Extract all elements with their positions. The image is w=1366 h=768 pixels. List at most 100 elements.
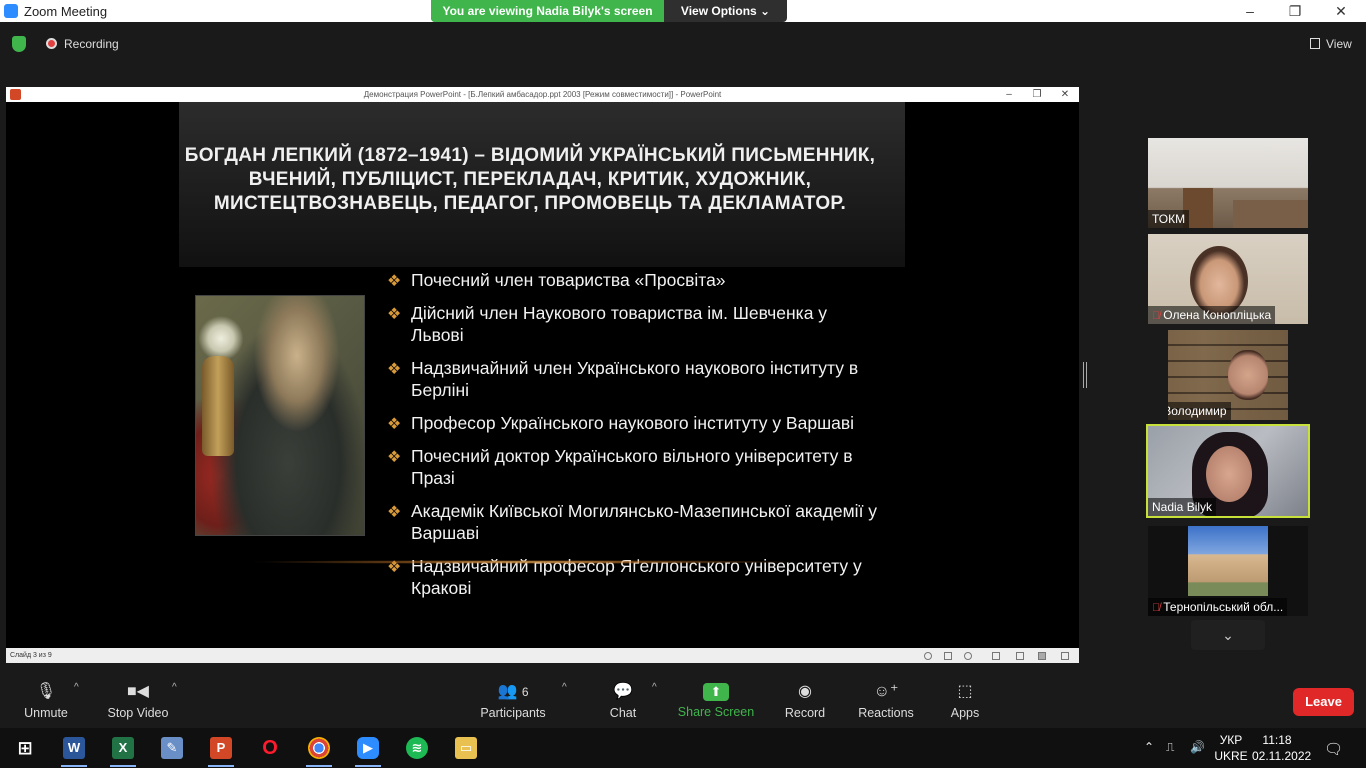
bullet-item: ❖ Надзвичайний член Українського науковог… <box>387 358 859 400</box>
taskbar-paint[interactable]: ✎ <box>157 734 187 762</box>
network-icon[interactable]: ⎍ <box>1166 740 1174 755</box>
bullet-item: ❖ Дійсний член Наукового товариства ім. Ш… <box>387 303 828 345</box>
chat-bubble-icon: 💬 <box>613 683 633 700</box>
reading-view-icon <box>1038 652 1046 660</box>
spotify-icon: ≋ <box>406 737 428 759</box>
video-tile-olena[interactable]: 🎙̸ Олена Коноплiцька <box>1148 234 1308 324</box>
maximize-button[interactable]: ❐ <box>1272 0 1318 22</box>
language-indicator[interactable]: УКР UKRE <box>1214 732 1248 764</box>
reactions-button[interactable]: ☺⁺ Reactions <box>855 670 917 728</box>
audio-options-caret[interactable]: ^ <box>74 682 79 693</box>
taskbar-clock[interactable]: 11:18 02.11.2022 <box>1252 732 1311 764</box>
portrait-painting <box>195 295 365 536</box>
view-button[interactable]: View <box>1326 37 1352 51</box>
apps-button[interactable]: ⬚ Apps <box>944 670 986 728</box>
leave-button[interactable]: Leave <box>1293 688 1354 716</box>
minimize-button[interactable]: – <box>1227 0 1273 22</box>
bullet-item: ❖ Почесний член товариства «Просвіта» <box>383 269 883 291</box>
decorative-glow-line <box>246 560 806 564</box>
record-button[interactable]: ◉ Record <box>780 670 830 728</box>
tray-chevron-up-icon[interactable]: ⌃ <box>1144 740 1154 754</box>
recording-indicator[interactable]: Recording <box>64 37 119 51</box>
taskbar-word[interactable]: W <box>59 734 89 767</box>
diamond-bullet-icon: ❖ <box>387 504 402 521</box>
taskbar-zoom[interactable]: ▶ <box>353 734 383 767</box>
unmute-button[interactable]: 🎙 Unmute <box>18 670 74 728</box>
bullet-item: ❖ Почесний доктор Українського вільного у… <box>387 446 853 488</box>
diamond-bullet-icon: ❖ <box>387 416 402 433</box>
video-options-caret[interactable]: ^ <box>172 682 177 693</box>
ppt-window-title: Демонстрация PowerPoint - [Б.Лепкий амба… <box>363 90 722 99</box>
share-arrow-icon: ⬆ <box>703 683 729 701</box>
participant-name: Nadia Bilyk <box>1148 498 1217 516</box>
sorter-view-icon <box>1016 652 1024 660</box>
slide-title: БОГДАН ЛЕПКИЙ (1872–1941) – ВІДОМИЙ УКРА… <box>184 145 876 214</box>
shield-icon[interactable] <box>12 36 26 52</box>
windows-taskbar: ⊞ W X ✎ P O ▶ ≋ ▭ ⌃ ⎍ 🔊 УКР UKRE 11:18 0… <box>0 728 1366 768</box>
diamond-bullet-icon: ❖ <box>387 273 402 290</box>
excel-icon: X <box>112 737 134 759</box>
diamond-bullet-icon: ❖ <box>387 306 402 323</box>
viewing-message: You are viewing Nadia Bilyk's screen <box>431 0 664 22</box>
ppt-close-icon: ✕ <box>1060 89 1070 100</box>
windows-logo-icon: ⊞ <box>17 738 33 758</box>
taskbar-powerpoint[interactable]: P <box>206 734 236 767</box>
chevron-down-icon: ⌄ <box>1222 627 1234 643</box>
video-tile-nadia-active-speaker[interactable]: Nadia Bilyk <box>1146 424 1310 518</box>
chat-options-caret[interactable]: ^ <box>652 682 657 693</box>
taskbar-excel[interactable]: X <box>108 734 138 767</box>
participant-name: 🎙̸Володимир <box>1168 402 1231 420</box>
smiley-plus-icon: ☺⁺ <box>873 683 899 700</box>
diamond-bullet-icon: ❖ <box>387 449 402 466</box>
video-tile-ternopil[interactable]: 🎙̸ Тернопільський обл... <box>1148 526 1308 616</box>
panel-splitter-handle[interactable] <box>1083 362 1087 388</box>
bullet-item: ❖ Академік Київської Могилянсько-Мазепинс… <box>387 501 878 543</box>
slide-bullets: ❖ Почесний член товариства «Просвіта» ❖ Ді… <box>383 269 883 610</box>
close-button[interactable]: ✕ <box>1318 0 1364 22</box>
slide: БОГДАН ЛЕПКИЙ (1872–1941) – ВІДОМИЙ УКРА… <box>6 102 1079 648</box>
participant-name: ТОКМ <box>1148 210 1190 228</box>
slideshow-view-icon <box>1061 652 1069 660</box>
video-tile-volodymyr[interactable]: 🎙̸Володимир <box>1168 330 1288 420</box>
view-icon <box>1310 38 1320 49</box>
opera-icon: O <box>262 737 278 759</box>
taskbar-file-explorer[interactable]: ▭ <box>451 734 481 762</box>
ppt-title-bar: Демонстрация PowerPoint - [Б.Лепкий амба… <box>6 87 1079 102</box>
view-options-button[interactable]: View Options ⌄ <box>664 0 787 22</box>
taskbar-chrome[interactable] <box>304 734 334 767</box>
normal-view-icon <box>992 652 1000 660</box>
window-title: Zoom Meeting <box>24 4 108 19</box>
record-dot-icon <box>46 38 57 49</box>
participant-name: 🎙̸ Тернопільський обл... <box>1148 598 1288 616</box>
meeting-info-strip: Recording View <box>0 22 1366 66</box>
viewing-banner: You are viewing Nadia Bilyk's screen Vie… <box>431 0 787 22</box>
desk-detail <box>1233 200 1308 228</box>
ppt-restore-icon: ❐ <box>1032 89 1042 100</box>
participant-name: 🎙̸ Олена Коноплiцька <box>1148 306 1276 324</box>
meeting-toolbar: 🎙 Unmute ^ ■◀ Stop Video ^ 👥 6 Participa… <box>0 670 1366 728</box>
taskbar-opera[interactable]: O <box>255 734 285 762</box>
start-button[interactable]: ⊞ <box>10 734 40 762</box>
paint-icon: ✎ <box>161 737 183 759</box>
volume-icon[interactable]: 🔊 <box>1190 740 1205 754</box>
word-icon: W <box>63 737 85 759</box>
powerpoint-icon <box>10 89 21 100</box>
building-image <box>1188 526 1268 596</box>
chrome-icon <box>308 737 330 759</box>
video-camera-icon: ■◀ <box>127 683 149 700</box>
participant-face <box>1228 350 1268 400</box>
share-screen-button[interactable]: ⬆ Share Screen <box>676 670 756 728</box>
flowers-detail <box>198 316 244 361</box>
stop-video-button[interactable]: ■◀ Stop Video <box>104 670 172 728</box>
notifications-icon[interactable]: 🗨 <box>1324 740 1343 758</box>
scroll-down-button[interactable]: ⌄ <box>1191 620 1265 650</box>
participants-options-caret[interactable]: ^ <box>562 682 567 693</box>
record-icon: ◉ <box>798 683 812 700</box>
taskbar-spotify[interactable]: ≋ <box>402 734 432 762</box>
chat-button[interactable]: 💬 Chat <box>600 670 646 728</box>
video-tile-tokm[interactable]: ТОКМ <box>1148 138 1308 228</box>
participants-button[interactable]: 👥 6 Participants <box>478 670 548 728</box>
zoom-icon: ▶ <box>357 737 379 759</box>
slide-menu-icon <box>944 652 952 660</box>
powerpoint-icon: P <box>210 737 232 759</box>
